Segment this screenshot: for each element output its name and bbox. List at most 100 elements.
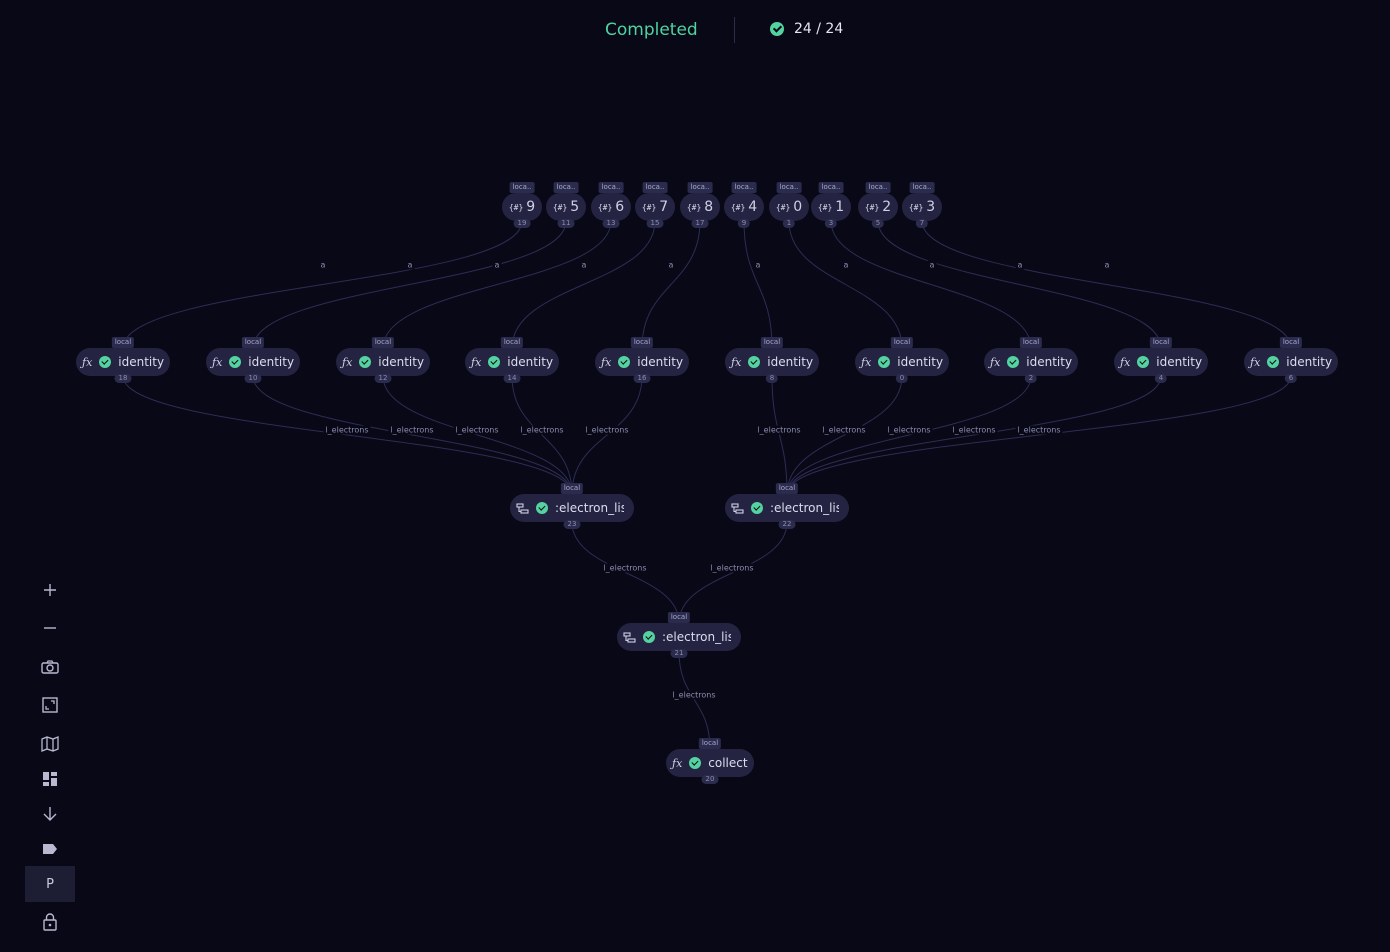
identity-node[interactable]: ƒx identity local 16 [595, 337, 689, 383]
edge-param-to-identity [511, 220, 656, 349]
node-id-badge: 21 [670, 649, 688, 658]
function-icon: ƒx [1250, 355, 1261, 369]
param-node[interactable]: {#} 6 loca.. 13 [591, 182, 631, 228]
function-icon: ƒx [342, 355, 353, 369]
camera-icon [41, 660, 59, 674]
param-value: 6 [615, 199, 625, 215]
parameters-button[interactable]: P [25, 866, 75, 902]
edge-label-a: a [492, 260, 502, 270]
param-value: 9 [526, 199, 536, 215]
param-node[interactable]: {#} 3 loca.. 7 [902, 182, 942, 228]
param-value: 4 [748, 199, 758, 215]
param-node[interactable]: {#} 5 loca.. 11 [546, 182, 586, 228]
node-id-badge: 7 [915, 219, 929, 228]
identity-node[interactable]: ƒx identity local 12 [336, 337, 430, 383]
param-node[interactable]: {#} 0 loca.. 1 [769, 182, 809, 228]
labels-button[interactable] [25, 831, 75, 867]
param-node[interactable]: {#} 9 loca.. 19 [502, 182, 542, 228]
fit-view-button[interactable] [25, 687, 75, 723]
param-node[interactable]: {#} 4 loca.. 9 [724, 182, 764, 228]
param-value: 0 [793, 199, 803, 215]
node-id-badge: 17 [691, 219, 709, 228]
edge-param-to-identity [252, 220, 567, 349]
identity-node[interactable]: ƒx identity local 8 [725, 337, 819, 383]
edge-identity-to-list [786, 375, 1292, 495]
edge-label-a: a [1015, 260, 1025, 270]
direction-button[interactable] [25, 796, 75, 832]
edge-identity-to-list [511, 375, 573, 495]
function-icon: ƒx [731, 355, 742, 369]
node-label: identity [118, 355, 165, 369]
p-icon: P [46, 876, 54, 892]
node-executor-tag: loca.. [865, 182, 891, 193]
node-executor-tag: local [630, 337, 654, 348]
zoom-in-button[interactable] [25, 572, 75, 608]
param-node[interactable]: {#} 8 loca.. 17 [680, 182, 720, 228]
edge-param-to-identity [877, 220, 1162, 349]
param-value: 8 [704, 199, 714, 215]
node-id-badge: 10 [244, 374, 262, 383]
node-executor-tag: loca.. [598, 182, 624, 193]
edge-list-to-list [571, 521, 680, 624]
edge-label-l-electrons: l_electrons [323, 425, 371, 435]
minimap-button[interactable] [25, 726, 75, 762]
edge-label-l-electrons: l_electrons [820, 425, 868, 435]
node-executor-tag: local [1019, 337, 1043, 348]
node-executor-tag: local [775, 483, 799, 494]
electron-list-node[interactable]: :electron_list: local 22 [725, 483, 849, 529]
edge-label-a: a [841, 260, 851, 270]
node-id-badge: 13 [602, 219, 620, 228]
collect-node[interactable]: ƒx collect local 20 [666, 738, 754, 784]
edge-identity-to-list [786, 375, 1162, 495]
lock-button[interactable] [25, 904, 75, 940]
node-id-badge: 6 [1284, 374, 1298, 383]
arrow-down-icon [43, 806, 57, 822]
param-value: 3 [926, 199, 936, 215]
identity-node[interactable]: ƒx identity local 14 [465, 337, 559, 383]
node-executor-tag: loca.. [509, 182, 535, 193]
node-id-badge: 14 [503, 374, 521, 383]
layout-button[interactable] [25, 761, 75, 797]
electron-list-node[interactable]: :electron_list: local 23 [510, 483, 634, 529]
identity-node[interactable]: ƒx identity local 4 [1114, 337, 1208, 383]
param-value: 7 [659, 199, 669, 215]
node-id-badge: 3 [824, 219, 838, 228]
edge-param-to-identity [382, 220, 612, 349]
edge-label-a: a [753, 260, 763, 270]
electron-list-node[interactable]: :electron_list: local 21 [617, 612, 741, 658]
node-id-badge: 1 [782, 219, 796, 228]
label-icon [42, 843, 58, 855]
check-circle-icon [229, 356, 242, 368]
node-label: identity [1026, 355, 1073, 369]
node-executor-tag: loca.. [553, 182, 579, 193]
node-id-badge: 8 [765, 374, 779, 383]
parameter-icon: {#} [730, 202, 746, 212]
check-circle-icon [1007, 356, 1020, 368]
parameter-icon: {#} [641, 202, 657, 212]
parameter-icon: {#} [775, 202, 791, 212]
identity-node[interactable]: ƒx identity local 18 [76, 337, 170, 383]
node-id-badge: 2 [1024, 374, 1038, 383]
node-id-badge: 20 [701, 775, 719, 784]
identity-node[interactable]: ƒx identity local 0 [855, 337, 949, 383]
node-label: identity [248, 355, 295, 369]
param-node[interactable]: {#} 2 loca.. 5 [858, 182, 898, 228]
node-executor-tag: loca.. [687, 182, 713, 193]
edge-label-l-electrons: l_electrons [388, 425, 436, 435]
edge-label-l-electrons: l_electrons [885, 425, 933, 435]
node-id-badge: 22 [778, 520, 796, 529]
param-value: 5 [570, 199, 580, 215]
param-node[interactable]: {#} 7 loca.. 15 [635, 182, 675, 228]
identity-node[interactable]: ƒx identity local 6 [1244, 337, 1338, 383]
node-executor-tag: local [1279, 337, 1303, 348]
edge-param-to-identity [122, 220, 523, 349]
node-id-badge: 4 [1154, 374, 1168, 383]
edge-param-to-identity [830, 220, 1032, 349]
zoom-out-button[interactable] [25, 610, 75, 646]
screenshot-button[interactable] [25, 649, 75, 685]
identity-node[interactable]: ƒx identity local 10 [206, 337, 300, 383]
param-node[interactable]: {#} 1 loca.. 3 [811, 182, 851, 228]
check-circle-icon [878, 356, 891, 368]
check-circle-icon [643, 631, 655, 643]
identity-node[interactable]: ƒx identity local 2 [984, 337, 1078, 383]
